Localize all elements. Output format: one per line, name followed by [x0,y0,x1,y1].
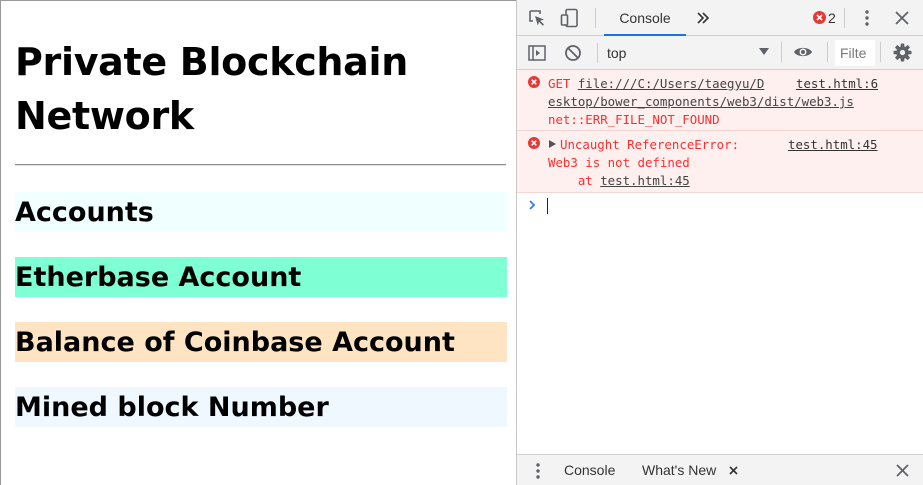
eye-icon[interactable] [793,45,813,59]
dropdown-arrow-icon[interactable] [759,48,769,56]
toolbar-divider [827,42,828,62]
message-error-text: Uncaught ReferenceError: [560,137,740,152]
section-coinbase-balance: Balance of Coinbase Account [15,322,507,362]
stack-prefix: at [548,173,601,188]
section-mined-block-number: Mined block Number [15,387,507,427]
kebab-menu-icon[interactable] [864,10,870,26]
settings-gear-icon[interactable] [893,43,912,62]
stack-source-link[interactable]: test.html:45 [600,173,690,188]
more-tabs-icon[interactable] [697,12,709,24]
console-error-message: Uncaught ReferenceError: test.html:45 We… [517,131,923,193]
error-icon[interactable] [813,11,826,24]
page-title-line-1: Private Blockchain [15,40,408,84]
filter-input[interactable]: Filte [835,40,875,66]
devtools-panel: Console 2 top Filte GET file:///C:/Users… [516,0,923,485]
close-icon[interactable] [729,466,738,475]
resource-url-link[interactable]: file:///C:/Users/taegyu/D [578,76,765,91]
error-icon [528,76,540,88]
message-line: GET file:///C:/Users/taegyu/D [548,75,764,93]
close-icon[interactable] [895,11,909,25]
clear-console-icon[interactable] [564,44,582,62]
toolbar-divider [844,8,845,28]
source-link[interactable]: test.html:45 [788,136,878,154]
console-prompt[interactable] [517,194,923,216]
drawer-tab-console[interactable]: Console [564,455,615,485]
error-count[interactable]: 2 [828,10,836,26]
message-method: GET [548,76,578,91]
message-line: esktop/bower_components/web3/dist/web3.j… [548,93,854,111]
section-accounts: Accounts [15,192,507,232]
source-link[interactable]: test.html:6 [796,75,878,93]
tab-console[interactable]: Console [604,0,686,36]
kebab-menu-icon[interactable] [535,463,541,479]
toolbar-divider [880,42,881,62]
device-toolbar-icon[interactable] [560,8,580,28]
page-title: Private Blockchain Network [15,35,495,143]
horizontal-rule [15,164,506,166]
stack-trace-line: at test.html:45 [548,172,690,190]
page-title-line-2: Network [15,94,194,138]
drawer-tab-whats-new[interactable]: What's New [642,455,716,485]
sidebar-toggle-icon[interactable] [528,44,546,62]
console-error-message: GET file:///C:/Users/taegyu/D test.html:… [517,70,923,131]
toolbar-divider [781,42,782,62]
filter-placeholder: Filte [840,45,867,61]
inspect-element-icon[interactable] [528,9,546,27]
toolbar-divider [597,43,598,63]
message-error-text: net::ERR_FILE_NOT_FOUND [548,112,720,127]
expand-triangle-icon[interactable] [549,140,556,148]
context-selector[interactable]: top [607,41,767,65]
error-icon [528,137,540,149]
toolbar-divider [595,8,596,28]
text-caret [547,198,548,214]
devtools-main-toolbar: Console 2 [517,0,923,36]
resource-url-link[interactable]: esktop/bower_components/web3/dist/web3.j… [548,94,854,109]
prompt-chevron-icon [529,200,536,210]
context-label: top [607,45,627,61]
devtools-drawer: Console What's New [517,454,923,485]
message-error-text: Web3 is not defined [548,155,690,170]
section-etherbase-account: Etherbase Account [15,257,507,297]
close-icon[interactable] [896,464,909,477]
web-page: Private Blockchain Network Accounts Ethe… [0,0,517,485]
